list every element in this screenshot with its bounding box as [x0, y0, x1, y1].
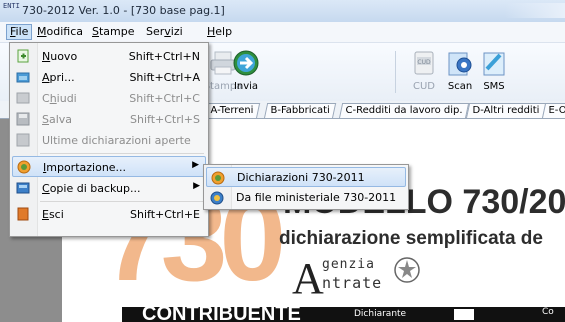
recent-files-icon [16, 133, 30, 147]
model-subtitle: dichiarazione semplificata de [279, 228, 543, 249]
window-title: 730-2012 Ver. 1.0 - [730 base pag.1] [22, 4, 225, 17]
menu-stampe[interactable]: Stampe [89, 24, 138, 40]
sms-label: SMS [483, 81, 505, 92]
ministry-file-icon [210, 191, 224, 205]
dichiarante-checkbox[interactable] [454, 309, 474, 320]
menu-modifica[interactable]: Modifica [34, 24, 86, 40]
tab-terreni[interactable]: A-Terreni [204, 103, 261, 118]
send-icon [233, 50, 259, 76]
submenu-item-dichiarazioni-2011[interactable]: Dichiarazioni 730-2011 [206, 167, 406, 187]
contribuente-band: CONTRIBUENTE Dichiarante Co [122, 307, 565, 322]
send-label: Invia [233, 81, 259, 92]
backup-icon [16, 182, 30, 194]
open-folder-icon [16, 72, 30, 83]
save-icon [16, 112, 30, 126]
submenu-item-file-ministeriale[interactable]: Da file ministeriale 730-2011 [206, 188, 406, 208]
new-doc-icon [17, 49, 29, 63]
send-button[interactable]: Invia [226, 47, 266, 97]
menu-item-backup[interactable]: Copie di backup... ▶ [12, 178, 206, 199]
tab-fabbricati[interactable]: B-Fabbricati [264, 103, 337, 118]
menu-item-apri[interactable]: Apri... Shift+Ctrl+A [12, 67, 206, 88]
cud-label: CUD [412, 81, 435, 92]
cud-icon: CUD [414, 51, 434, 75]
menu-item-chiudi[interactable]: Chiudi Shift+Ctrl+C [12, 88, 206, 109]
tab-e[interactable]: E-O [542, 103, 565, 118]
svg-text:CUD: CUD [417, 59, 431, 66]
cud-button[interactable]: CUD CUD [404, 47, 444, 97]
menu-separator [40, 153, 204, 154]
tab-redditi-lavoro[interactable]: C-Redditi da lavoro dip. [339, 103, 470, 118]
menu-item-importazione[interactable]: Importazione... ▶ [12, 156, 206, 177]
scan-icon [448, 52, 472, 76]
menu-item-ultime[interactable]: Ultime dichiarazioni aperte [12, 130, 206, 151]
toolbar-separator [395, 51, 396, 93]
menu-item-nuovo[interactable]: Nuovo Shift+Ctrl+N [12, 46, 206, 67]
app-icon[interactable]: ENTI [3, 3, 20, 17]
close-doc-icon [16, 92, 30, 104]
menu-help[interactable]: Help [204, 24, 235, 40]
file-menu-dropdown: Nuovo Shift+Ctrl+N Apri... Shift+Ctrl+A … [9, 42, 209, 237]
menu-item-esci[interactable]: Esci Shift+Ctrl+E [12, 204, 206, 225]
title-bar: ENTI 730-2012 Ver. 1.0 - [730 base pag.1… [0, 0, 565, 23]
republic-emblem-icon [394, 257, 420, 283]
menu-bar: File Modifica Stampe Servizi Help [0, 22, 565, 43]
menu-file[interactable]: File [6, 24, 33, 40]
submenu-arrow-icon: ▶ [192, 160, 199, 170]
sms-icon [483, 52, 505, 76]
exit-icon [17, 207, 29, 221]
import-icon [17, 160, 31, 174]
import-730-icon [211, 171, 225, 185]
tab-altri-redditi[interactable]: D-Altri redditi [466, 103, 547, 118]
window-controls-area [505, 3, 565, 18]
sms-button[interactable]: SMS [474, 47, 514, 97]
submenu-arrow-icon: ▶ [193, 181, 200, 191]
menu-separator [40, 201, 204, 202]
menu-servizi[interactable]: Servizi [143, 24, 186, 40]
import-submenu: Dichiarazioni 730-2011 Da file ministeri… [203, 164, 409, 210]
menu-item-salva[interactable]: Salva Shift+Ctrl+S [12, 109, 206, 130]
